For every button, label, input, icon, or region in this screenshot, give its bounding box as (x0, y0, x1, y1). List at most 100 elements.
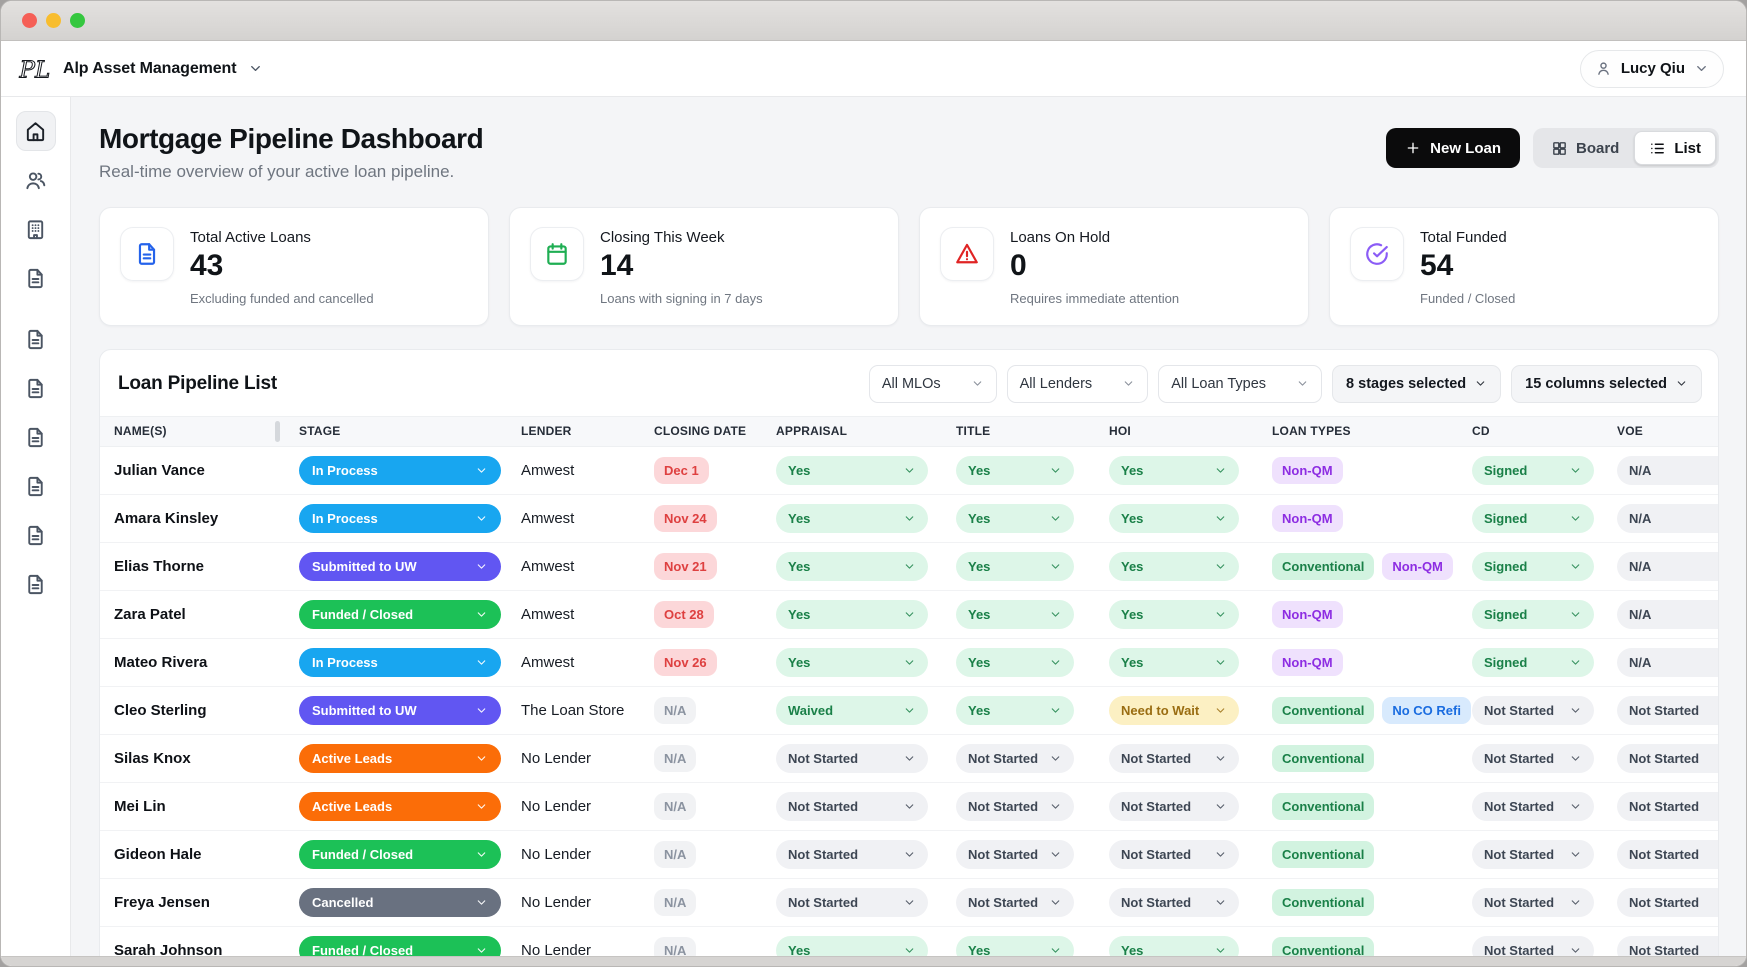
sidebar-item-documents-3[interactable] (16, 368, 56, 408)
cd-select[interactable]: Signed (1472, 456, 1594, 485)
stage-select[interactable]: Funded / Closed (299, 600, 501, 629)
sidebar-item-contacts[interactable] (16, 160, 56, 200)
appraisal-select[interactable]: Not Started (776, 744, 928, 773)
column-header-name-s[interactable]: NAME(S) (100, 417, 285, 446)
column-header-hoi[interactable]: HOI (1095, 417, 1258, 446)
column-header-title[interactable]: TITLE (942, 417, 1095, 446)
filter-15-columns-selected[interactable]: 15 columns selected (1511, 365, 1702, 403)
voe-select[interactable]: Not Started (1617, 792, 1718, 821)
column-header-loan-types[interactable]: LOAN TYPES (1258, 417, 1458, 446)
title-select[interactable]: Yes (956, 600, 1074, 629)
cd-select[interactable]: Signed (1472, 552, 1594, 581)
column-header-stage[interactable]: STAGE (285, 417, 507, 446)
appraisal-select[interactable]: Yes (776, 648, 928, 677)
appraisal-select[interactable]: Not Started (776, 792, 928, 821)
stage-select[interactable]: Submitted to UW (299, 696, 501, 725)
board-view-button[interactable]: Board (1536, 131, 1634, 165)
stage-select[interactable]: Active Leads (299, 744, 501, 773)
title-select[interactable]: Not Started (956, 840, 1074, 869)
column-header-lender[interactable]: LENDER (507, 417, 640, 446)
title-select[interactable]: Yes (956, 456, 1074, 485)
voe-select[interactable]: Not Started (1617, 744, 1718, 773)
hoi-select[interactable]: Not Started (1109, 888, 1239, 917)
chevron-down-icon (1675, 377, 1688, 390)
sidebar-item-documents-4[interactable] (16, 417, 56, 457)
sidebar-item-home[interactable] (16, 111, 56, 151)
stage-select[interactable]: In Process (299, 504, 501, 533)
voe-select[interactable]: N/A (1617, 648, 1718, 677)
column-header-voe[interactable]: VOE (1603, 417, 1719, 446)
hoi-select[interactable]: Yes (1109, 600, 1239, 629)
voe-select[interactable]: N/A (1617, 504, 1718, 533)
column-header-closing-date[interactable]: CLOSING DATE (640, 417, 762, 446)
user-menu[interactable]: Lucy Qiu (1580, 50, 1724, 88)
hoi-select[interactable]: Yes (1109, 648, 1239, 677)
appraisal-select[interactable]: Not Started (776, 840, 928, 869)
sidebar-item-documents-1[interactable] (16, 258, 56, 298)
workspace-switcher[interactable]: PL Alp Asset Management (17, 52, 263, 86)
filter-all-loan-types[interactable]: All Loan Types (1158, 365, 1322, 403)
voe-select[interactable]: Not Started (1617, 888, 1718, 917)
sidebar-item-companies[interactable] (16, 209, 56, 249)
sidebar-item-documents-6[interactable] (16, 515, 56, 555)
stage-select[interactable]: Cancelled (299, 888, 501, 917)
cd-select[interactable]: Not Started (1472, 840, 1594, 869)
new-loan-button[interactable]: New Loan (1386, 128, 1520, 168)
cd-select[interactable]: Not Started (1472, 888, 1594, 917)
appraisal-select[interactable]: Yes (776, 600, 928, 629)
stat-value: 14 (600, 249, 763, 284)
maximize-window-button[interactable] (70, 13, 85, 28)
hoi-select[interactable]: Yes (1109, 456, 1239, 485)
voe-select[interactable]: N/A (1617, 456, 1718, 485)
filter-all-mlos[interactable]: All MLOs (869, 365, 997, 403)
stat-value: 54 (1420, 249, 1515, 284)
filter-all-lenders[interactable]: All Lenders (1007, 365, 1149, 403)
voe-select[interactable]: Not Started (1617, 840, 1718, 869)
cd-select[interactable]: Not Started (1472, 792, 1594, 821)
appraisal-select[interactable]: Waived (776, 696, 928, 725)
appraisal-select[interactable]: Yes (776, 456, 928, 485)
hoi-select[interactable]: Need to Wait (1109, 696, 1239, 725)
minimize-window-button[interactable] (46, 13, 61, 28)
cd-select[interactable]: Signed (1472, 600, 1594, 629)
stage-select[interactable]: In Process (299, 456, 501, 485)
filter-8-stages-selected[interactable]: 8 stages selected (1332, 365, 1501, 403)
cd-select[interactable]: Signed (1472, 504, 1594, 533)
title-select[interactable]: Yes (956, 504, 1074, 533)
sidebar-item-documents-5[interactable] (16, 466, 56, 506)
loan-type-badge: Non-QM (1272, 457, 1343, 484)
voe-select[interactable]: N/A (1617, 600, 1718, 629)
stage-select[interactable]: In Process (299, 648, 501, 677)
stage-select[interactable]: Funded / Closed (299, 840, 501, 869)
hoi-select[interactable]: Yes (1109, 504, 1239, 533)
sidebar-item-documents-2[interactable] (16, 319, 56, 359)
title-select[interactable]: Not Started (956, 744, 1074, 773)
column-header-cd[interactable]: CD (1458, 417, 1603, 446)
hoi-select[interactable]: Not Started (1109, 840, 1239, 869)
appraisal-select[interactable]: Not Started (776, 888, 928, 917)
column-header-appraisal[interactable]: APPRAISAL (762, 417, 942, 446)
close-window-button[interactable] (22, 13, 37, 28)
hoi-select[interactable]: Yes (1109, 552, 1239, 581)
voe-select[interactable]: N/A (1617, 552, 1718, 581)
appraisal-select[interactable]: Yes (776, 504, 928, 533)
title-select[interactable]: Yes (956, 696, 1074, 725)
sidebar-item-documents-7[interactable] (16, 564, 56, 604)
title-select[interactable]: Yes (956, 648, 1074, 677)
appraisal-select[interactable]: Yes (776, 552, 928, 581)
hoi-select[interactable]: Not Started (1109, 744, 1239, 773)
loan-type-badge: Conventional (1272, 889, 1374, 916)
hoi-select[interactable]: Not Started (1109, 792, 1239, 821)
cd-select[interactable]: Not Started (1472, 744, 1594, 773)
stage-select[interactable]: Submitted to UW (299, 552, 501, 581)
list-view-button[interactable]: List (1634, 131, 1716, 165)
title-select[interactable]: Yes (956, 552, 1074, 581)
view-toggle: Board List (1533, 128, 1719, 168)
stage-select[interactable]: Active Leads (299, 792, 501, 821)
voe-select[interactable]: Not Started (1617, 696, 1718, 725)
borrower-name: Mei Lin (100, 798, 285, 815)
title-select[interactable]: Not Started (956, 888, 1074, 917)
cd-select[interactable]: Not Started (1472, 696, 1594, 725)
cd-select[interactable]: Signed (1472, 648, 1594, 677)
title-select[interactable]: Not Started (956, 792, 1074, 821)
